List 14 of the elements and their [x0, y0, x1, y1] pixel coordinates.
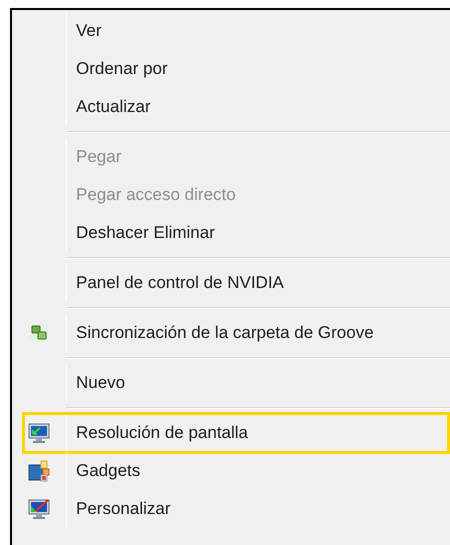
menu-item[interactable]: Panel de control de NVIDIA: [76, 270, 284, 296]
menu-item[interactable]: Sincronización de la carpeta de Groove: [76, 320, 374, 346]
menu-item[interactable]: Resolución de pantalla: [76, 420, 248, 446]
menu-item[interactable]: Ordenar por: [76, 56, 168, 82]
gadgets-icon: [28, 460, 50, 482]
menu-item[interactable]: Ver: [76, 18, 102, 44]
monitor-icon: [28, 422, 50, 444]
menu-item[interactable]: Deshacer Eliminar: [76, 220, 215, 246]
menu-item[interactable]: Gadgets: [76, 458, 140, 484]
menu-item[interactable]: Actualizar: [76, 94, 151, 120]
monitor-brush-icon: [28, 498, 50, 520]
sync-folders-icon: [29, 323, 49, 343]
menu-item[interactable]: Nuevo: [76, 370, 126, 396]
menu-item[interactable]: Personalizar: [76, 496, 170, 522]
